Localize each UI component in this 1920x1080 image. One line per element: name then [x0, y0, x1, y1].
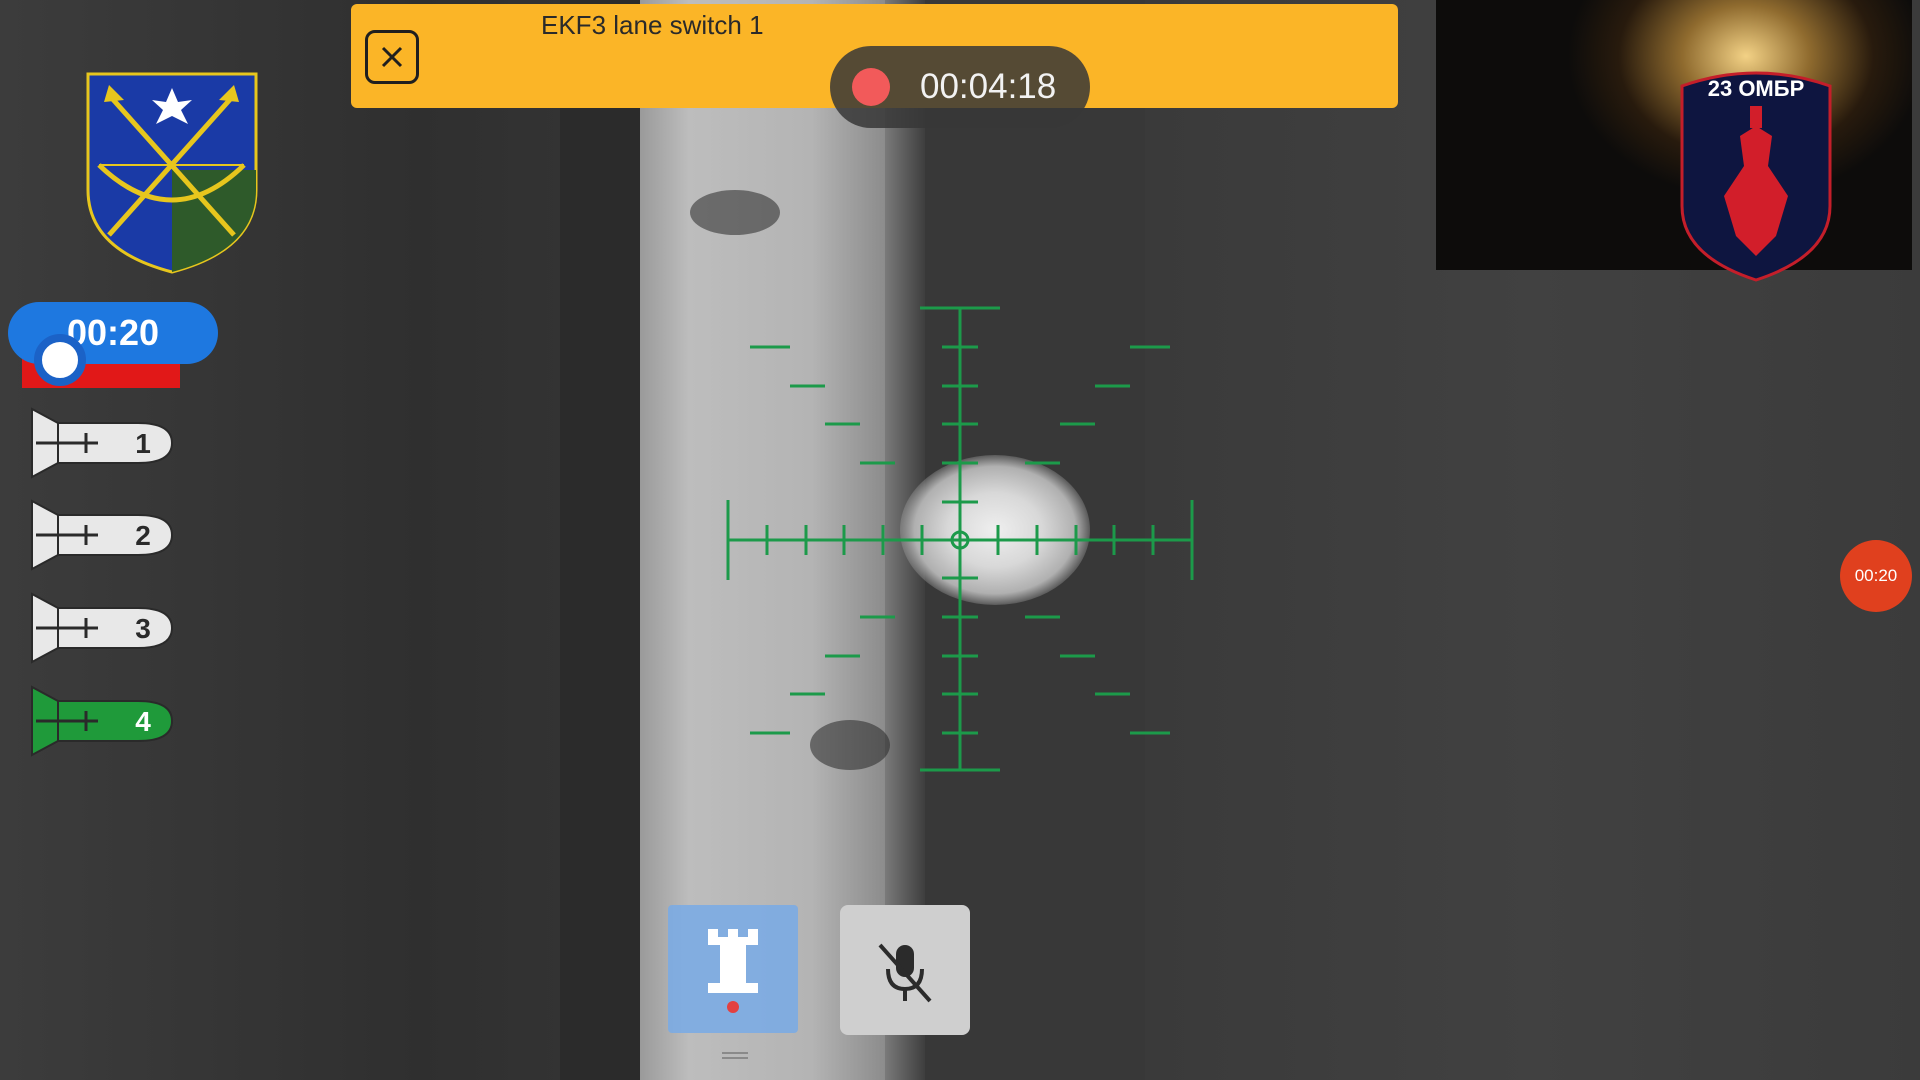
tower-icon	[708, 929, 758, 1013]
crosshair-reticle	[726, 306, 1194, 772]
feed-dark-spot	[690, 190, 780, 235]
bomb-slot-2[interactable]: 2	[28, 497, 176, 573]
tower-button[interactable]	[668, 905, 798, 1033]
close-x-icon	[381, 46, 403, 68]
bomb-slot-number: 3	[135, 613, 151, 644]
side-timer-value: 00:20	[1854, 566, 1898, 585]
unit-badge-logo: 23 ОМБР	[1680, 71, 1832, 282]
bomb-slot-number: 4	[135, 706, 151, 737]
unit-badge-text: 23 ОМБР	[1708, 76, 1805, 101]
bomb-slot-4[interactable]: 4	[28, 683, 176, 759]
bomb-slot-number: 2	[135, 520, 151, 551]
bomb-slot-1[interactable]: 1	[28, 405, 176, 481]
feed-road-shadow	[560, 0, 640, 1080]
banner-title: EKF3 lane switch 1	[541, 10, 764, 40]
close-button[interactable]	[365, 30, 419, 84]
bomb-slot-number: 1	[135, 428, 151, 459]
recording-indicator[interactable]: 00:04:18	[830, 46, 1090, 128]
record-dot-icon	[852, 68, 890, 106]
mic-muted-icon	[878, 943, 932, 1003]
drag-handle-icon[interactable]	[720, 1050, 750, 1060]
recording-time: 00:04:18	[920, 67, 1057, 106]
brigade-emblem-logo	[86, 72, 258, 274]
bomb-slot-3[interactable]: 3	[28, 590, 176, 666]
timer-slider-knob[interactable]	[34, 334, 86, 386]
side-timer-button[interactable]: 00:20	[1840, 540, 1912, 612]
mute-microphone-button[interactable]	[840, 905, 970, 1035]
